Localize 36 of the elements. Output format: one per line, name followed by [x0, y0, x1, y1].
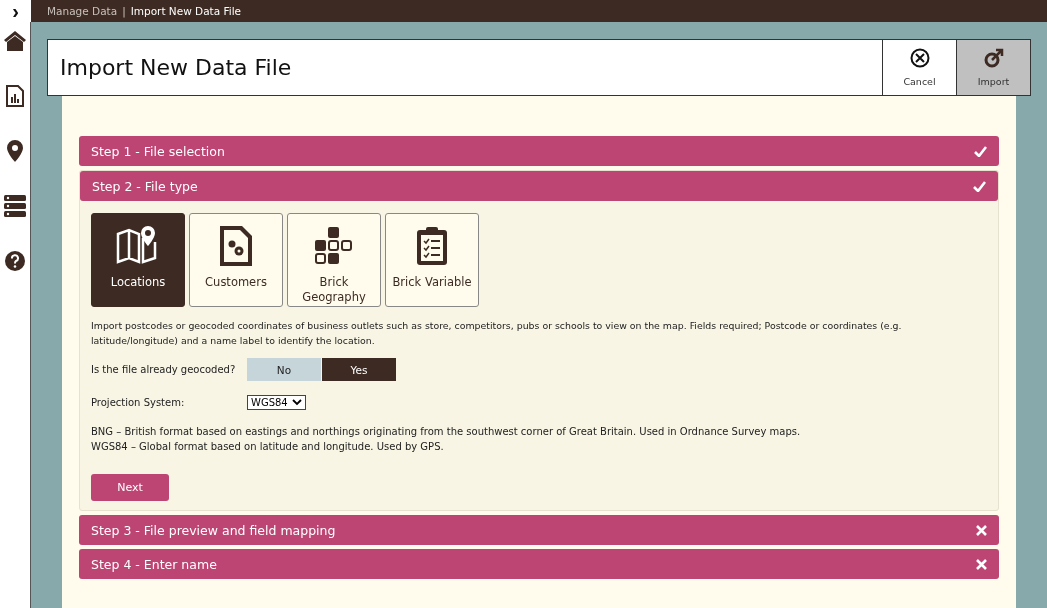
- step-header[interactable]: Step 2 - File type: [80, 171, 998, 201]
- clipboard-icon: [416, 226, 448, 266]
- file-type-tile[interactable]: Brick Geography: [287, 213, 381, 307]
- breadcrumb-current: Import New Data File: [130, 5, 242, 17]
- page-title: Import New Data File: [59, 55, 293, 80]
- projection-dropdown[interactable]: WGS84: [247, 395, 306, 410]
- projection-label: Projection System:: [91, 397, 186, 408]
- home-icon[interactable]: [3, 30, 27, 52]
- help-icon[interactable]: [4, 250, 26, 272]
- breadcrumb-separator: |: [122, 5, 126, 17]
- projection-note: BNG – British format based on eastings and northings originating from the southwest corner of Great Britain. Used in Ordnance Survey maps.: [91, 425, 802, 439]
- chevron-down-icon: [291, 399, 302, 406]
- projection-note: WGS84 – Global format based on latitude and longitude. Used by GPS.: [91, 440, 445, 454]
- bricks-icon: [314, 226, 354, 266]
- cancel-icon: [909, 48, 930, 68]
- step-header[interactable]: Step 3 - File preview and field mapping: [79, 515, 999, 545]
- next-button[interactable]: Next: [91, 474, 169, 501]
- step-title: Step 2 - File type: [92, 178, 198, 194]
- breadcrumb-parent[interactable]: Manage Data: [47, 5, 118, 17]
- import-button[interactable]: Import: [956, 40, 1030, 95]
- step-header[interactable]: Step 1 - File selection: [79, 136, 999, 166]
- geocoded-label: Is the file already geocoded?: [91, 364, 237, 375]
- step-title: Step 1 - File selection: [91, 143, 225, 159]
- step-header[interactable]: Step 4 - Enter name: [79, 549, 999, 579]
- file-type-tile[interactable]: Locations: [91, 213, 185, 307]
- file-type-description: Import postcodes or geocoded coordinates of business outlets such as store, competitors, pubs or schools to view on the map. Fields required; Postcode or coordinates (e.g. latitude/longitude) and a name label to identify the location.: [91, 319, 903, 348]
- server-icon[interactable]: [4, 195, 26, 217]
- file-type-tile[interactable]: Customers: [189, 213, 283, 307]
- expand-button[interactable]: ›: [0, 0, 32, 22]
- map-pin-icon[interactable]: [7, 140, 23, 162]
- file-type-tile[interactable]: Brick Variable: [385, 213, 479, 307]
- toggle-option[interactable]: Yes: [322, 358, 396, 381]
- report-icon[interactable]: [6, 85, 24, 107]
- step-title: Step 3 - File preview and field mapping: [91, 522, 336, 538]
- toggle-option[interactable]: No: [247, 358, 321, 381]
- step-title: Step 4 - Enter name: [91, 556, 217, 572]
